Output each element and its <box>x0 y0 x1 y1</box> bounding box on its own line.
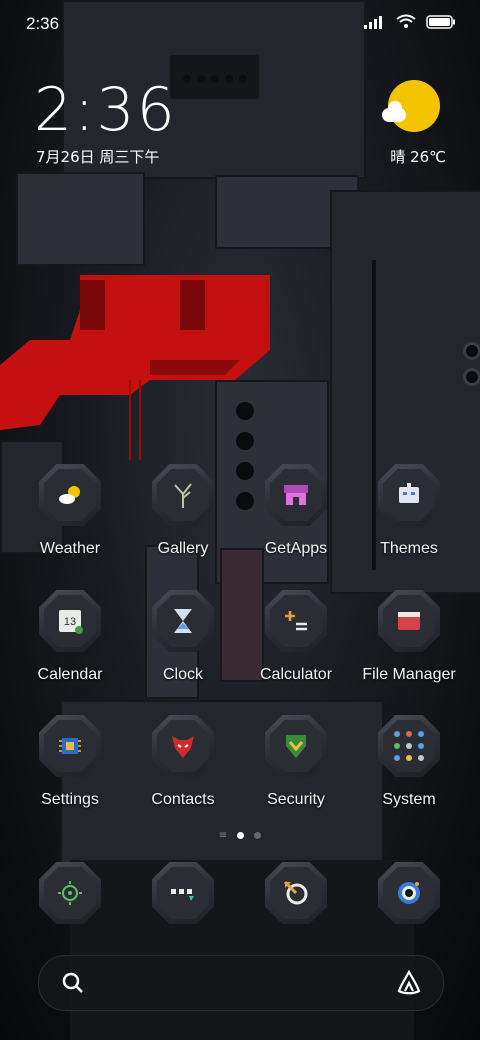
page-dot-active <box>237 832 245 839</box>
app-clock[interactable]: Clock <box>127 590 239 684</box>
weather-text: 晴 26℃ <box>390 148 446 166</box>
status-bar: 2:36 <box>0 0 480 48</box>
folder-icon <box>398 612 420 630</box>
settings-icon <box>59 738 81 754</box>
app-label: Settings <box>41 791 99 808</box>
red-wallpaper-shape <box>0 275 270 460</box>
app-getapps[interactable]: GetApps <box>240 464 352 558</box>
weather-icon <box>59 486 80 504</box>
app-file-manager[interactable]: File Manager <box>353 590 465 684</box>
app-system-folder[interactable]: System <box>353 715 465 809</box>
weather-widget[interactable]: 晴 26℃ <box>366 80 446 167</box>
search-icon[interactable] <box>61 971 85 995</box>
app-label: Calculator <box>259 666 333 683</box>
app-gallery[interactable]: Gallery <box>127 464 239 558</box>
app-label: Weather <box>39 540 101 557</box>
app-calculator[interactable]: Calculator <box>240 590 352 684</box>
app-label: Contacts <box>151 791 215 808</box>
menu-lines-icon: ≡ <box>218 830 228 841</box>
app-label: Gallery <box>157 540 209 557</box>
page-dot <box>254 832 262 839</box>
assistant-icon[interactable] <box>395 969 423 997</box>
app-label: System <box>382 791 436 808</box>
app-label: File Manager <box>362 666 456 683</box>
app-label: Calendar <box>37 666 103 683</box>
app-contacts[interactable]: Contacts <box>127 715 239 809</box>
app-settings[interactable]: Settings <box>14 715 126 809</box>
calendar-day: 13 <box>64 616 76 628</box>
contacts-icon <box>172 736 194 758</box>
store-icon <box>284 485 308 505</box>
app-themes[interactable]: Themes <box>353 464 465 558</box>
calendar-icon: 13 <box>59 610 83 634</box>
signal-icon <box>364 15 382 29</box>
app-label: Security <box>267 791 325 808</box>
dock-app-1[interactable] <box>14 862 126 924</box>
clock-widget-time[interactable]: 2:36 <box>34 78 177 142</box>
dock-camera[interactable] <box>353 862 465 924</box>
gallery-icon <box>174 483 192 508</box>
page-indicator[interactable]: ≡ <box>0 830 480 841</box>
security-icon <box>286 735 306 758</box>
themes-icon <box>399 483 419 503</box>
dock-app-2[interactable] <box>127 862 239 924</box>
home-screen: 2:36 2:36 7月26日 周三下午 晴 26℃ Weather Galle… <box>0 0 480 1040</box>
app-label: GetApps <box>264 540 328 557</box>
camera-icon <box>398 882 420 904</box>
app-security[interactable]: Security <box>240 715 352 809</box>
app-calendar[interactable]: 13 Calendar <box>14 590 126 684</box>
sun-cloud-icon <box>382 80 440 132</box>
calculator-icon <box>285 611 307 631</box>
app-label: Themes <box>380 540 438 557</box>
search-bar[interactable] <box>38 955 444 1011</box>
app-weather[interactable]: Weather <box>14 464 126 558</box>
dock-app-2-icon <box>171 889 194 901</box>
status-time: 2:36 <box>26 14 60 33</box>
battery-icon <box>426 14 455 29</box>
dock-app-3[interactable] <box>240 862 352 924</box>
clock-widget-date: 7月26日 周三下午 <box>36 148 160 166</box>
clock-icon <box>174 609 192 633</box>
app-label: Clock <box>162 666 203 683</box>
dock-app-1-icon <box>58 881 82 905</box>
wifi-icon <box>396 14 416 28</box>
dock-app-3-icon <box>283 880 308 905</box>
system-folder-icon <box>394 731 424 761</box>
